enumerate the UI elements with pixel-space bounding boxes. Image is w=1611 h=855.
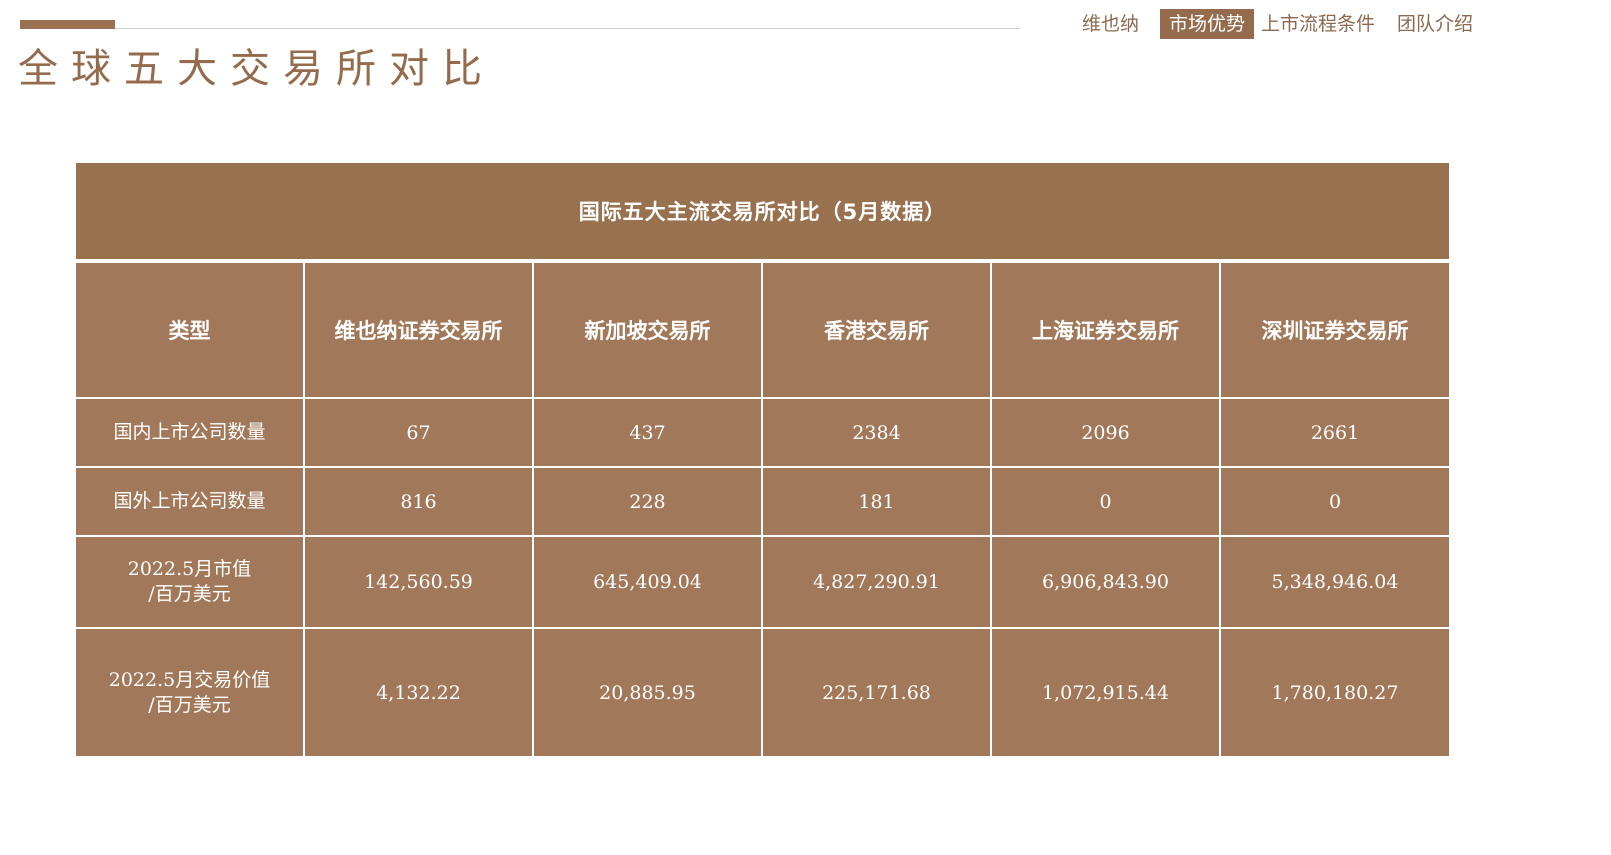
column-header: 新加坡交易所 [533, 263, 763, 399]
table-cell: 4,132.22 [304, 628, 534, 756]
table-cell: 437 [533, 398, 763, 468]
table-cell: 816 [304, 467, 534, 537]
table-cell: 2661 [1220, 398, 1449, 468]
table-cell: 1,072,915.44 [991, 628, 1221, 756]
table-title: 国际五大主流交易所对比（5月数据） [76, 163, 1449, 259]
table-cell: 645,409.04 [533, 536, 763, 629]
nav-item-market-advantage[interactable]: 市场优势 [1160, 9, 1255, 39]
table-cell: 0 [1220, 467, 1449, 537]
table-cell: 2096 [991, 398, 1221, 468]
table-cell: 5,348,946.04 [1220, 536, 1449, 629]
table-cell: 181 [762, 467, 992, 537]
table-cell: 4,827,290.91 [762, 536, 992, 629]
table-cell: 20,885.95 [533, 628, 763, 756]
table-cell: 228 [533, 467, 763, 537]
row-label: 2022.5月市值 /百万美元 [76, 536, 305, 629]
table-cell: 6,906,843.90 [991, 536, 1221, 629]
table-cell: 0 [991, 467, 1221, 537]
title-divider-line [115, 28, 1020, 29]
table-row: 国内上市公司数量 67 437 2384 2096 2661 [76, 398, 1449, 468]
column-header: 香港交易所 [762, 263, 992, 399]
table-row: 国外上市公司数量 816 228 181 0 0 [76, 467, 1449, 537]
table-cell: 67 [304, 398, 534, 468]
table-cell: 142,560.59 [304, 536, 534, 629]
comparison-table: 类型 维也纳证券交易所 新加坡交易所 香港交易所 上海证券交易所 深圳证券交易所… [76, 263, 1449, 756]
top-nav: 维也纳 市场优势 上市流程条件 团队介绍 [1075, 8, 1488, 40]
row-label: 2022.5月交易价值 /百万美元 [76, 628, 305, 756]
table-cell: 225,171.68 [762, 628, 992, 756]
table-cell: 1,780,180.27 [1220, 628, 1449, 756]
nav-item-team-intro[interactable]: 团队介绍 [1390, 9, 1480, 39]
table-row: 2022.5月交易价值 /百万美元 4,132.22 20,885.95 225… [76, 628, 1449, 756]
row-label: 国外上市公司数量 [76, 467, 305, 537]
nav-item-vienna[interactable]: 维也纳 [1075, 9, 1146, 39]
table-cell: 2384 [762, 398, 992, 468]
column-header: 深圳证券交易所 [1220, 263, 1449, 399]
column-header: 维也纳证券交易所 [304, 263, 534, 399]
table-header-row: 类型 维也纳证券交易所 新加坡交易所 香港交易所 上海证券交易所 深圳证券交易所 [76, 263, 1449, 399]
column-header: 上海证券交易所 [991, 263, 1221, 399]
title-accent-bar [20, 20, 115, 29]
column-header: 类型 [76, 263, 305, 399]
page-title: 全球五大交易所对比 [18, 46, 495, 92]
comparison-table-container: 国际五大主流交易所对比（5月数据） 类型 维也纳证券交易所 新加坡交易所 香港交… [76, 163, 1449, 756]
row-label: 国内上市公司数量 [76, 398, 305, 468]
table-row: 2022.5月市值 /百万美元 142,560.59 645,409.04 4,… [76, 536, 1449, 629]
nav-item-listing-process[interactable]: 上市流程条件 [1254, 9, 1382, 39]
